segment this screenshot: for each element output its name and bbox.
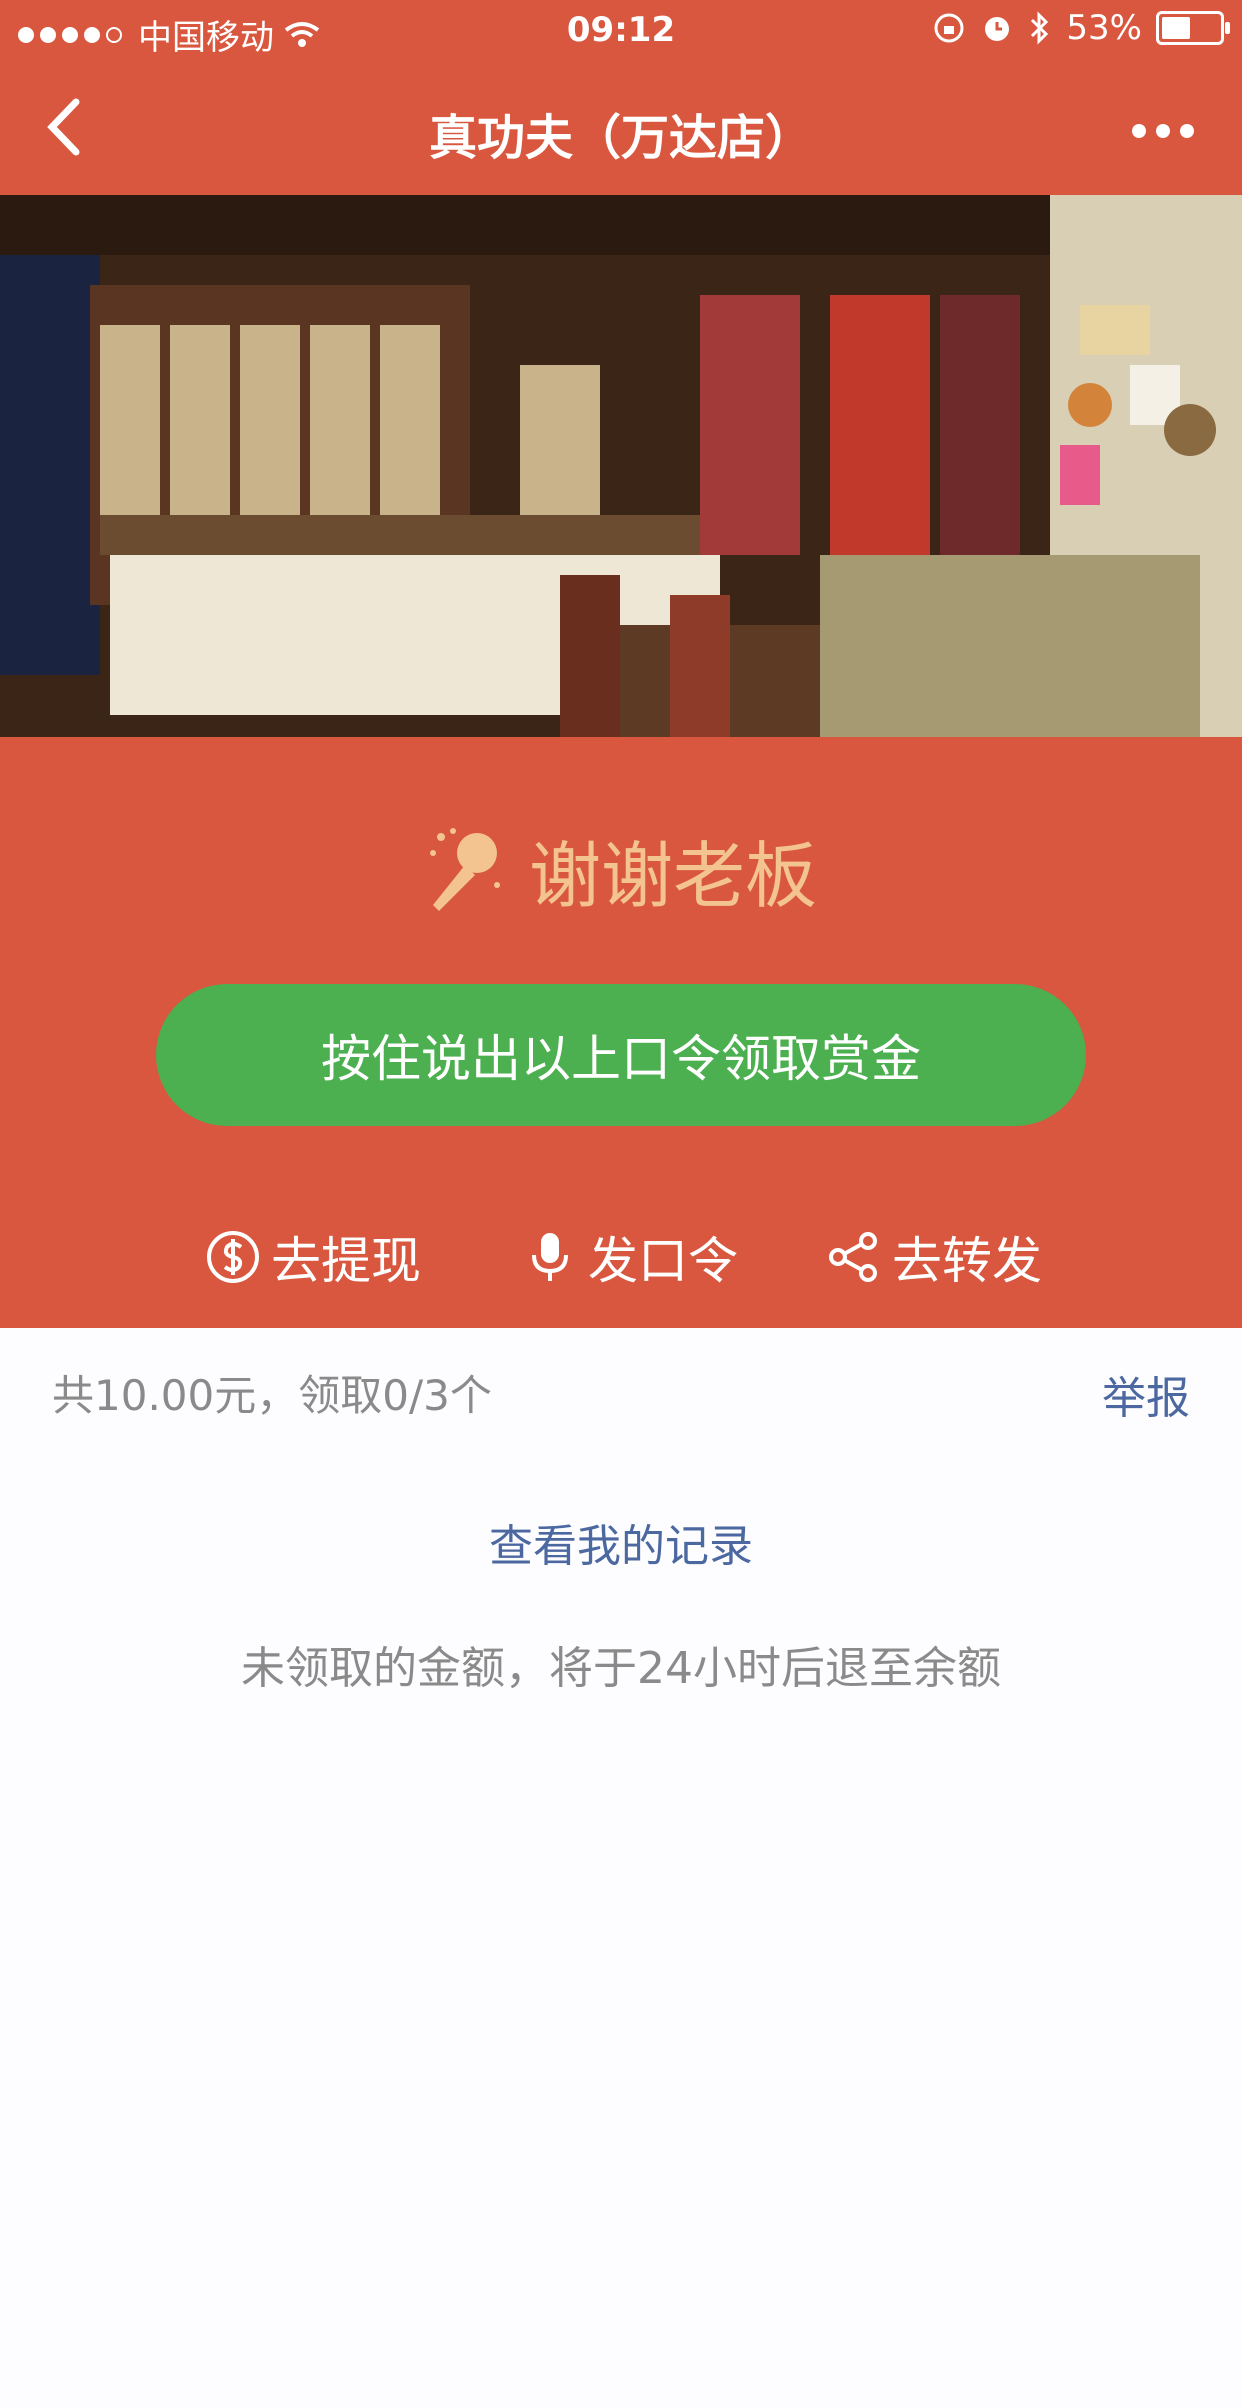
dollar-icon [207, 1231, 259, 1283]
status-right: 53% [932, 8, 1230, 48]
send-command-button[interactable]: 发口令 [522, 1207, 738, 1307]
share-icon [829, 1232, 877, 1282]
alarm-icon [985, 17, 1010, 41]
report-link[interactable]: 举报 [1102, 1362, 1190, 1426]
refund-notice: 未领取的金额，将于24小时后退至余额 [241, 1643, 1001, 1694]
battery-icon [1156, 11, 1230, 45]
status-bar: 中国移动 09:12 53% [0, 0, 1242, 62]
page-title: 真功夫（万达店） [428, 110, 813, 166]
my-records-link[interactable]: 查看我的记录 [0, 1510, 1242, 1574]
nav-bar: 真功夫（万达店） [0, 62, 1242, 195]
more-options-icon[interactable] [1132, 102, 1194, 138]
share-button[interactable]: 去转发 [826, 1207, 1042, 1307]
passphrase-text: 谢谢老板 [528, 834, 817, 918]
action-row: 去提现 发口令 去转发 [0, 1207, 1242, 1307]
microphone-icon [532, 1233, 568, 1281]
battery-percent: 53% [1066, 8, 1142, 48]
rotation-lock-icon [934, 13, 964, 43]
withdraw-button[interactable]: 去提现 [205, 1207, 421, 1307]
withdraw-label: 去提现 [271, 1232, 421, 1290]
reward-summary: 共10.00元，领取0/3个 [52, 1371, 492, 1420]
reward-info-row: 共10.00元，领取0/3个 举报 [0, 1328, 1242, 1448]
send-command-label: 发口令 [588, 1232, 738, 1290]
karaoke-microphone-icon [429, 827, 500, 911]
hold-to-speak-button[interactable]: 按住说出以上口令领取赏金 [156, 984, 1086, 1126]
action-panel: 谢谢老板 按住说出以上口令领取赏金 去提现 发口令 去转发 [0, 737, 1242, 1328]
store-photo [0, 195, 1242, 737]
top-bar: 中国移动 09:12 53% 真功夫（万达店） [0, 0, 1242, 195]
share-label: 去转发 [892, 1232, 1042, 1290]
passphrase-display: 谢谢老板 [0, 817, 1242, 922]
bluetooth-icon [1031, 11, 1049, 45]
